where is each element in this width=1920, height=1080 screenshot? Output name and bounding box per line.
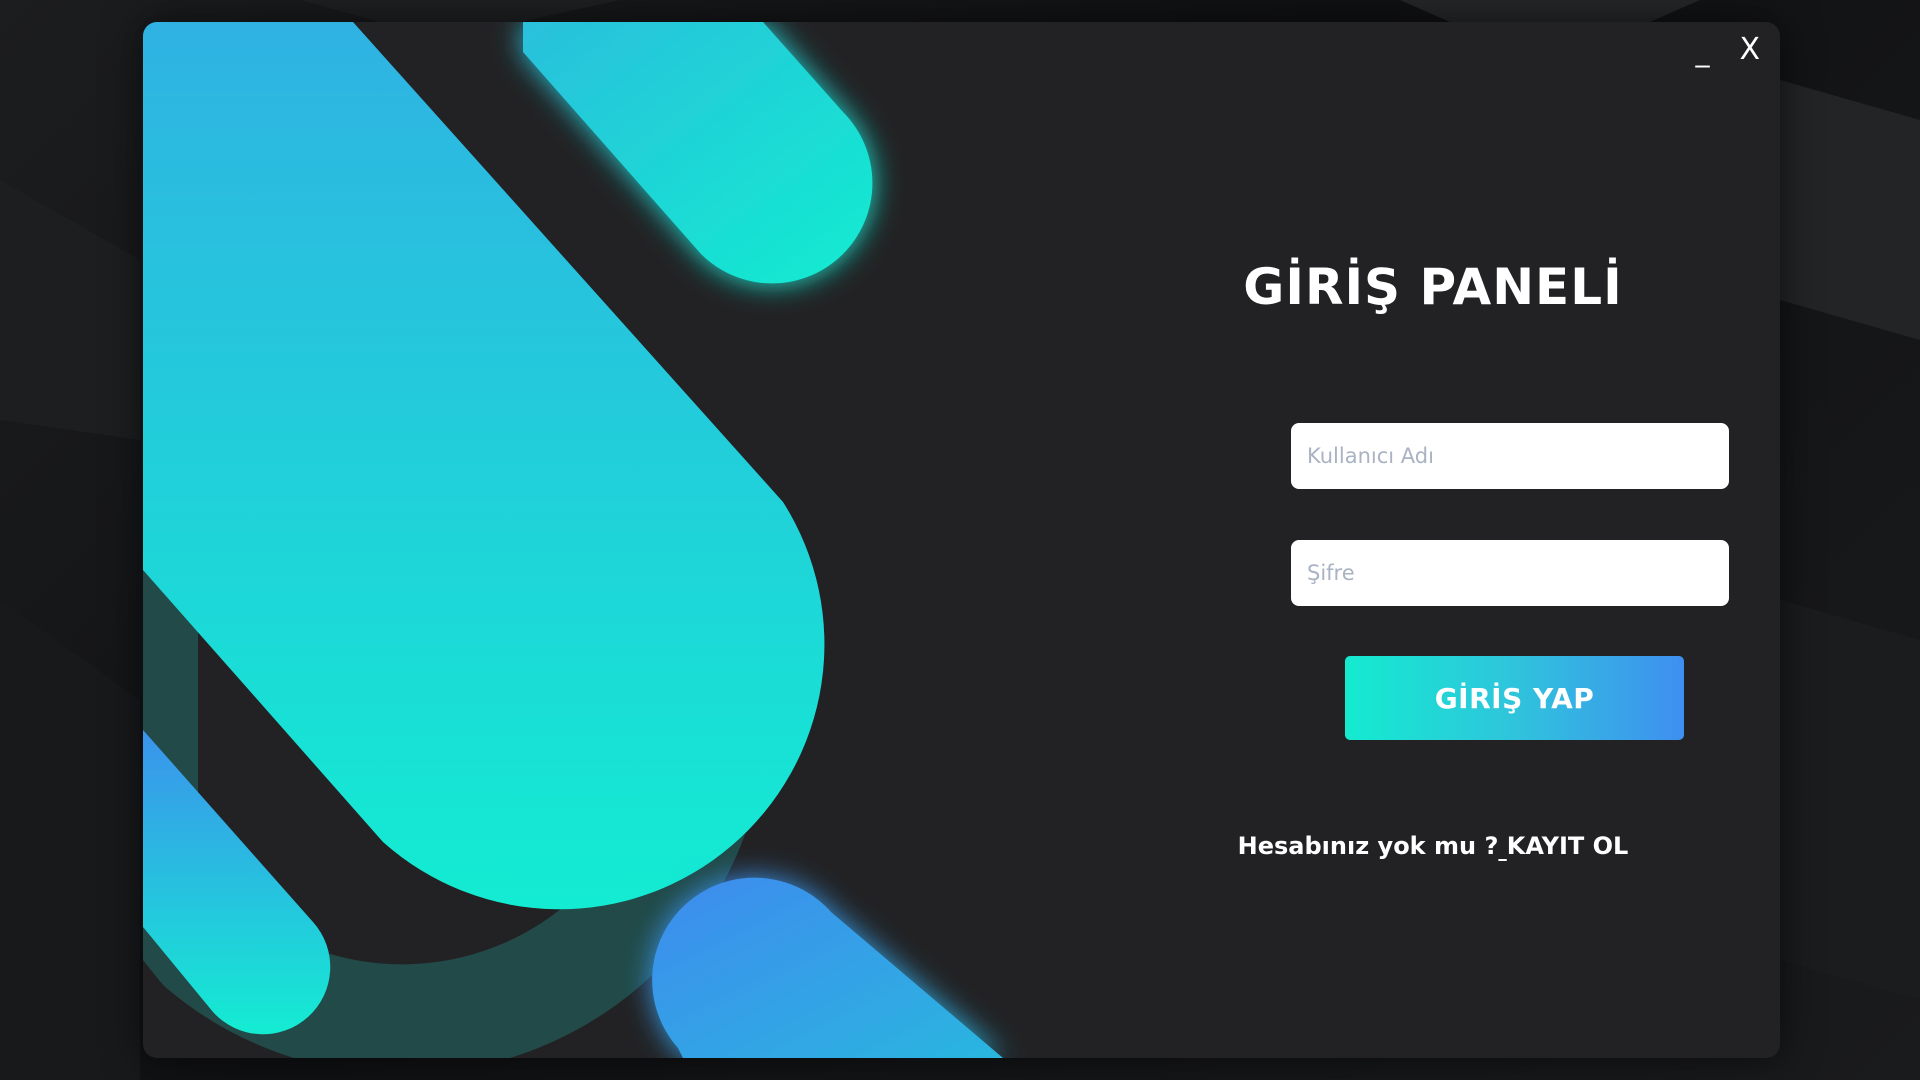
register-prompt-text: Hesabınız yok mu ? [1237, 832, 1499, 860]
password-input[interactable] [1291, 540, 1729, 606]
panel-title: GİRİŞ PANELİ [1243, 258, 1623, 316]
login-button[interactable]: GİRİŞ YAP [1345, 656, 1684, 740]
close-icon[interactable]: X [1739, 30, 1760, 70]
login-form: GİRİŞ PANELİ GİRİŞ YAP Hesabınız yok mu … [1148, 22, 1729, 1058]
bottom-capsule [652, 877, 1003, 1058]
register-link[interactable]: Hesabınız yok mu ? KAYIT OL [1148, 832, 1718, 860]
login-window: _ X GİRİŞ PANELİ GİRİŞ YAP Hesabınız yok… [143, 22, 1780, 1058]
register-link-label[interactable]: KAYIT OL [1507, 832, 1629, 860]
top-capsule [523, 22, 873, 284]
username-input[interactable] [1291, 423, 1729, 489]
